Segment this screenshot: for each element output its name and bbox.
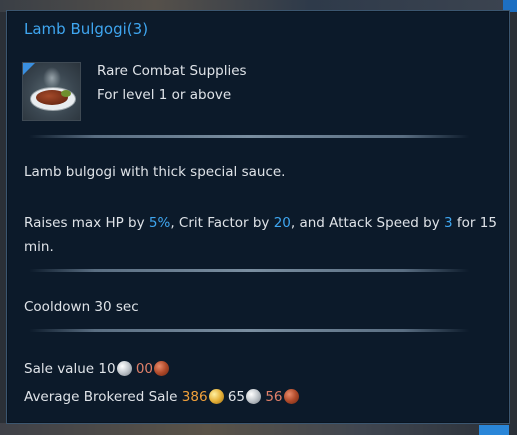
background-ui-fragment-bottom [479,425,509,435]
effect-speed-value: 3 [444,215,453,231]
sale-copper-amount: 00 [135,361,154,377]
silver-coin-icon [116,361,132,376]
effect-hp-value: 5% [148,215,171,231]
effect-text: Raises max HP by [24,215,149,231]
item-category: Rare Combat Supplies [97,63,247,79]
item-title: Lamb Bulgogi(3) [24,20,149,38]
garnish-shape [61,90,71,97]
item-level-requirement: For level 1 or above [97,87,232,103]
item-effect: Raises max HP by 5%, Crit Factor by 20, … [24,215,497,231]
sale-value-label: Sale value [24,361,99,377]
average-brokered-sale: Average Brokered Sale 386 65 56 [24,389,299,405]
brokered-silver-amount: 65 [227,389,246,405]
lamb-bulgogi-dish-icon [22,62,81,121]
divider [29,329,469,332]
copper-coin-icon [283,389,299,404]
effect-text: , Crit Factor by [170,215,274,231]
divider [29,135,469,138]
effect-text: , and Attack Speed by [290,215,445,231]
gold-coin-icon [208,389,224,404]
divider [29,269,469,272]
rarity-corner [23,63,35,75]
item-effect-continued: min. [24,239,54,255]
effect-crit-value: 20 [273,215,291,231]
background-scene-bottom [0,423,517,435]
silver-coin-icon [246,389,262,404]
sale-value: Sale value 10 00 [24,361,170,377]
item-description: Lamb bulgogi with thick special sauce. [24,164,286,180]
item-cooldown: Cooldown 30 sec [24,299,139,315]
effect-text: for 15 [452,215,497,231]
sale-silver-amount: 10 [98,361,116,377]
copper-coin-icon [154,361,170,376]
item-tooltip: Lamb Bulgogi(3) Rare Combat Supplies For… [6,10,510,424]
brokered-sale-label: Average Brokered Sale [24,389,182,405]
steam-icon [43,67,61,89]
brokered-copper-amount: 56 [265,389,283,405]
brokered-gold-amount: 386 [181,389,208,405]
